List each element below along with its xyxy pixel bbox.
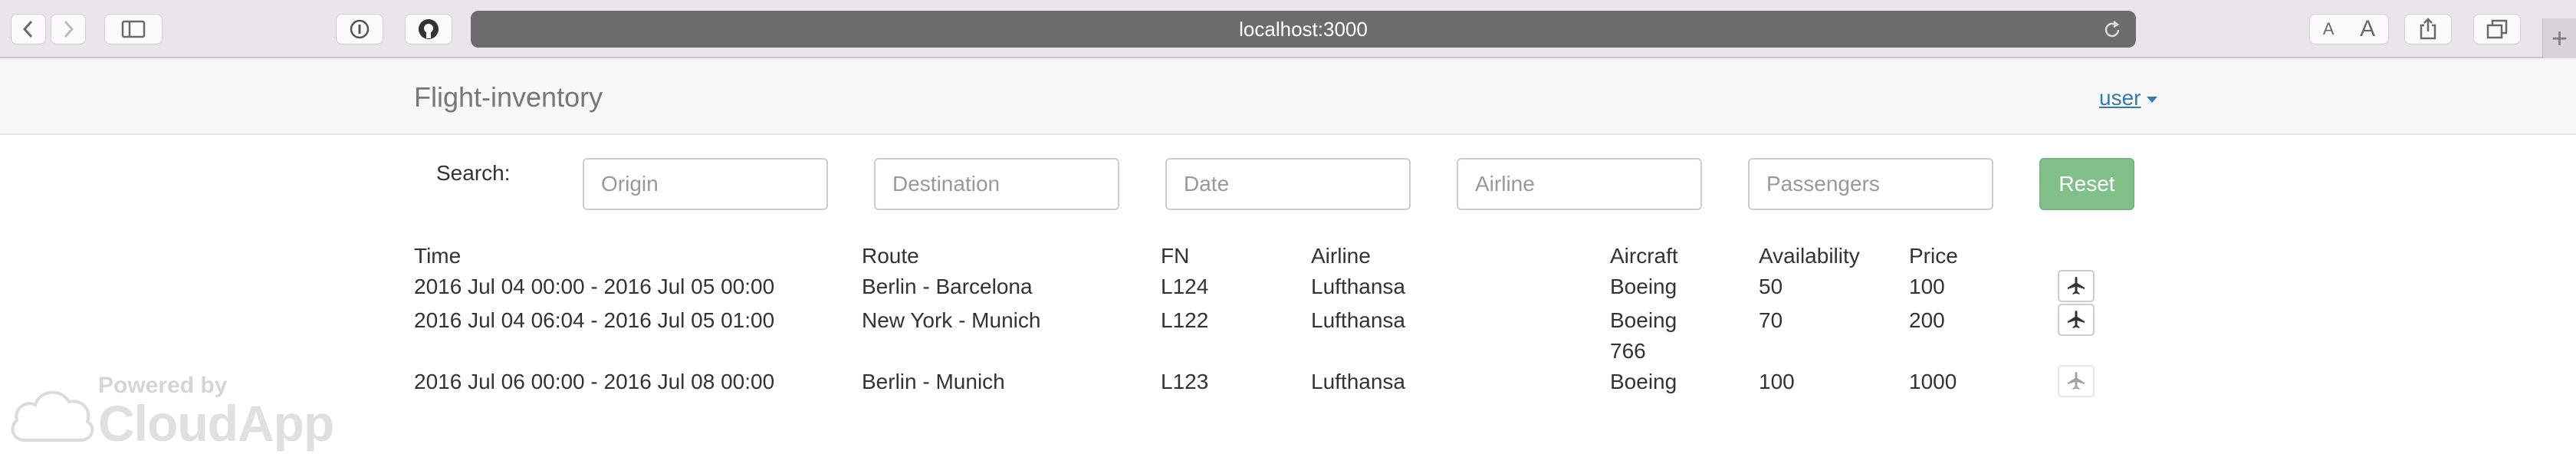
header-route: Route xyxy=(862,244,919,268)
date-input[interactable] xyxy=(1165,158,1411,210)
address-bar[interactable]: localhost:3000 xyxy=(471,11,2136,48)
row-route: New York - Munich xyxy=(862,308,1041,332)
airline-input[interactable] xyxy=(1457,158,1702,210)
airplane-icon xyxy=(2068,311,2085,328)
row-availability: 70 xyxy=(1759,308,1783,332)
text-size-buttons[interactable]: A A xyxy=(2309,14,2389,44)
row-price: 1000 xyxy=(1909,370,1957,393)
chevron-right-icon xyxy=(64,20,74,38)
row-availability: 100 xyxy=(1759,370,1795,393)
search-label: Search: xyxy=(436,161,511,185)
origin-input[interactable] xyxy=(583,158,828,210)
row-aircraft: Boeing xyxy=(1610,370,1677,393)
row-route: Berlin - Barcelona xyxy=(862,275,1033,298)
share-icon xyxy=(2420,18,2436,40)
airplane-icon xyxy=(2068,372,2085,390)
reset-button[interactable]: Reset xyxy=(2039,158,2134,210)
row-price: 200 xyxy=(1909,308,1945,332)
github-extension-button[interactable] xyxy=(405,14,452,44)
row-aircraft-model: 766 xyxy=(1610,339,1646,363)
airplane-icon xyxy=(2068,277,2085,294)
caret-down-icon xyxy=(2147,97,2158,103)
destination-input[interactable] xyxy=(874,158,1119,210)
user-dropdown-label: user xyxy=(2099,86,2141,110)
row-time: 2016 Jul 04 00:00 - 2016 Jul 05 00:00 xyxy=(414,275,775,298)
book-flight-button[interactable] xyxy=(2058,270,2095,302)
sidebar-icon xyxy=(121,20,146,38)
tabs-overview-button[interactable] xyxy=(2473,14,2521,44)
header-time: Time xyxy=(414,244,462,268)
row-aircraft: Boeing xyxy=(1610,275,1677,298)
browser-toolbar: localhost:3000 A A + xyxy=(0,0,2576,58)
watermark-line2: CloudApp xyxy=(98,395,334,452)
row-time: 2016 Jul 04 06:04 - 2016 Jul 05 01:00 xyxy=(414,308,775,332)
cloudapp-watermark: Powered by CloudApp xyxy=(8,373,334,452)
reload-icon[interactable] xyxy=(2102,20,2122,40)
header-fn: FN xyxy=(1161,244,1190,268)
sidebar-toggle-button[interactable] xyxy=(104,14,163,44)
chevron-left-icon xyxy=(22,20,33,38)
header-airline: Airline xyxy=(1311,244,1371,268)
share-button[interactable] xyxy=(2404,14,2452,44)
row-aircraft: Boeing xyxy=(1610,308,1677,332)
app-navbar: Flight-inventory user xyxy=(0,58,2576,135)
text-larger-icon[interactable]: A xyxy=(2360,16,2375,42)
row-price: 100 xyxy=(1909,275,1945,298)
privacy-extension-button[interactable] xyxy=(336,14,383,44)
plus-icon: + xyxy=(2551,22,2568,54)
passengers-input[interactable] xyxy=(1748,158,1993,210)
text-smaller-icon[interactable]: A xyxy=(2323,19,2334,39)
cloud-icon xyxy=(11,390,94,442)
forward-button[interactable] xyxy=(51,14,86,44)
book-flight-button[interactable] xyxy=(2058,304,2095,336)
header-price: Price xyxy=(1909,244,1958,268)
header-aircraft: Aircraft xyxy=(1610,244,1678,268)
back-button[interactable] xyxy=(11,14,46,44)
github-icon xyxy=(419,19,439,39)
row-fn: L122 xyxy=(1161,308,1209,332)
row-airline: Lufthansa xyxy=(1311,308,1405,332)
row-fn: L124 xyxy=(1161,275,1209,298)
row-airline: Lufthansa xyxy=(1311,275,1405,298)
app-brand[interactable]: Flight-inventory xyxy=(414,81,603,114)
book-flight-button[interactable] xyxy=(2058,365,2095,397)
row-time: 2016 Jul 06 00:00 - 2016 Jul 08 00:00 xyxy=(414,370,775,393)
row-availability: 50 xyxy=(1759,275,1783,298)
row-fn: L123 xyxy=(1161,370,1209,393)
new-tab-button[interactable]: + xyxy=(2542,18,2576,58)
user-dropdown[interactable]: user xyxy=(2099,86,2158,110)
row-route: Berlin - Munich xyxy=(862,370,1005,393)
header-availability: Availability xyxy=(1759,244,1860,268)
row-airline: Lufthansa xyxy=(1311,370,1405,393)
tabs-icon xyxy=(2486,19,2508,39)
info-circle-icon xyxy=(350,19,370,39)
url-text: localhost:3000 xyxy=(1239,17,1368,41)
